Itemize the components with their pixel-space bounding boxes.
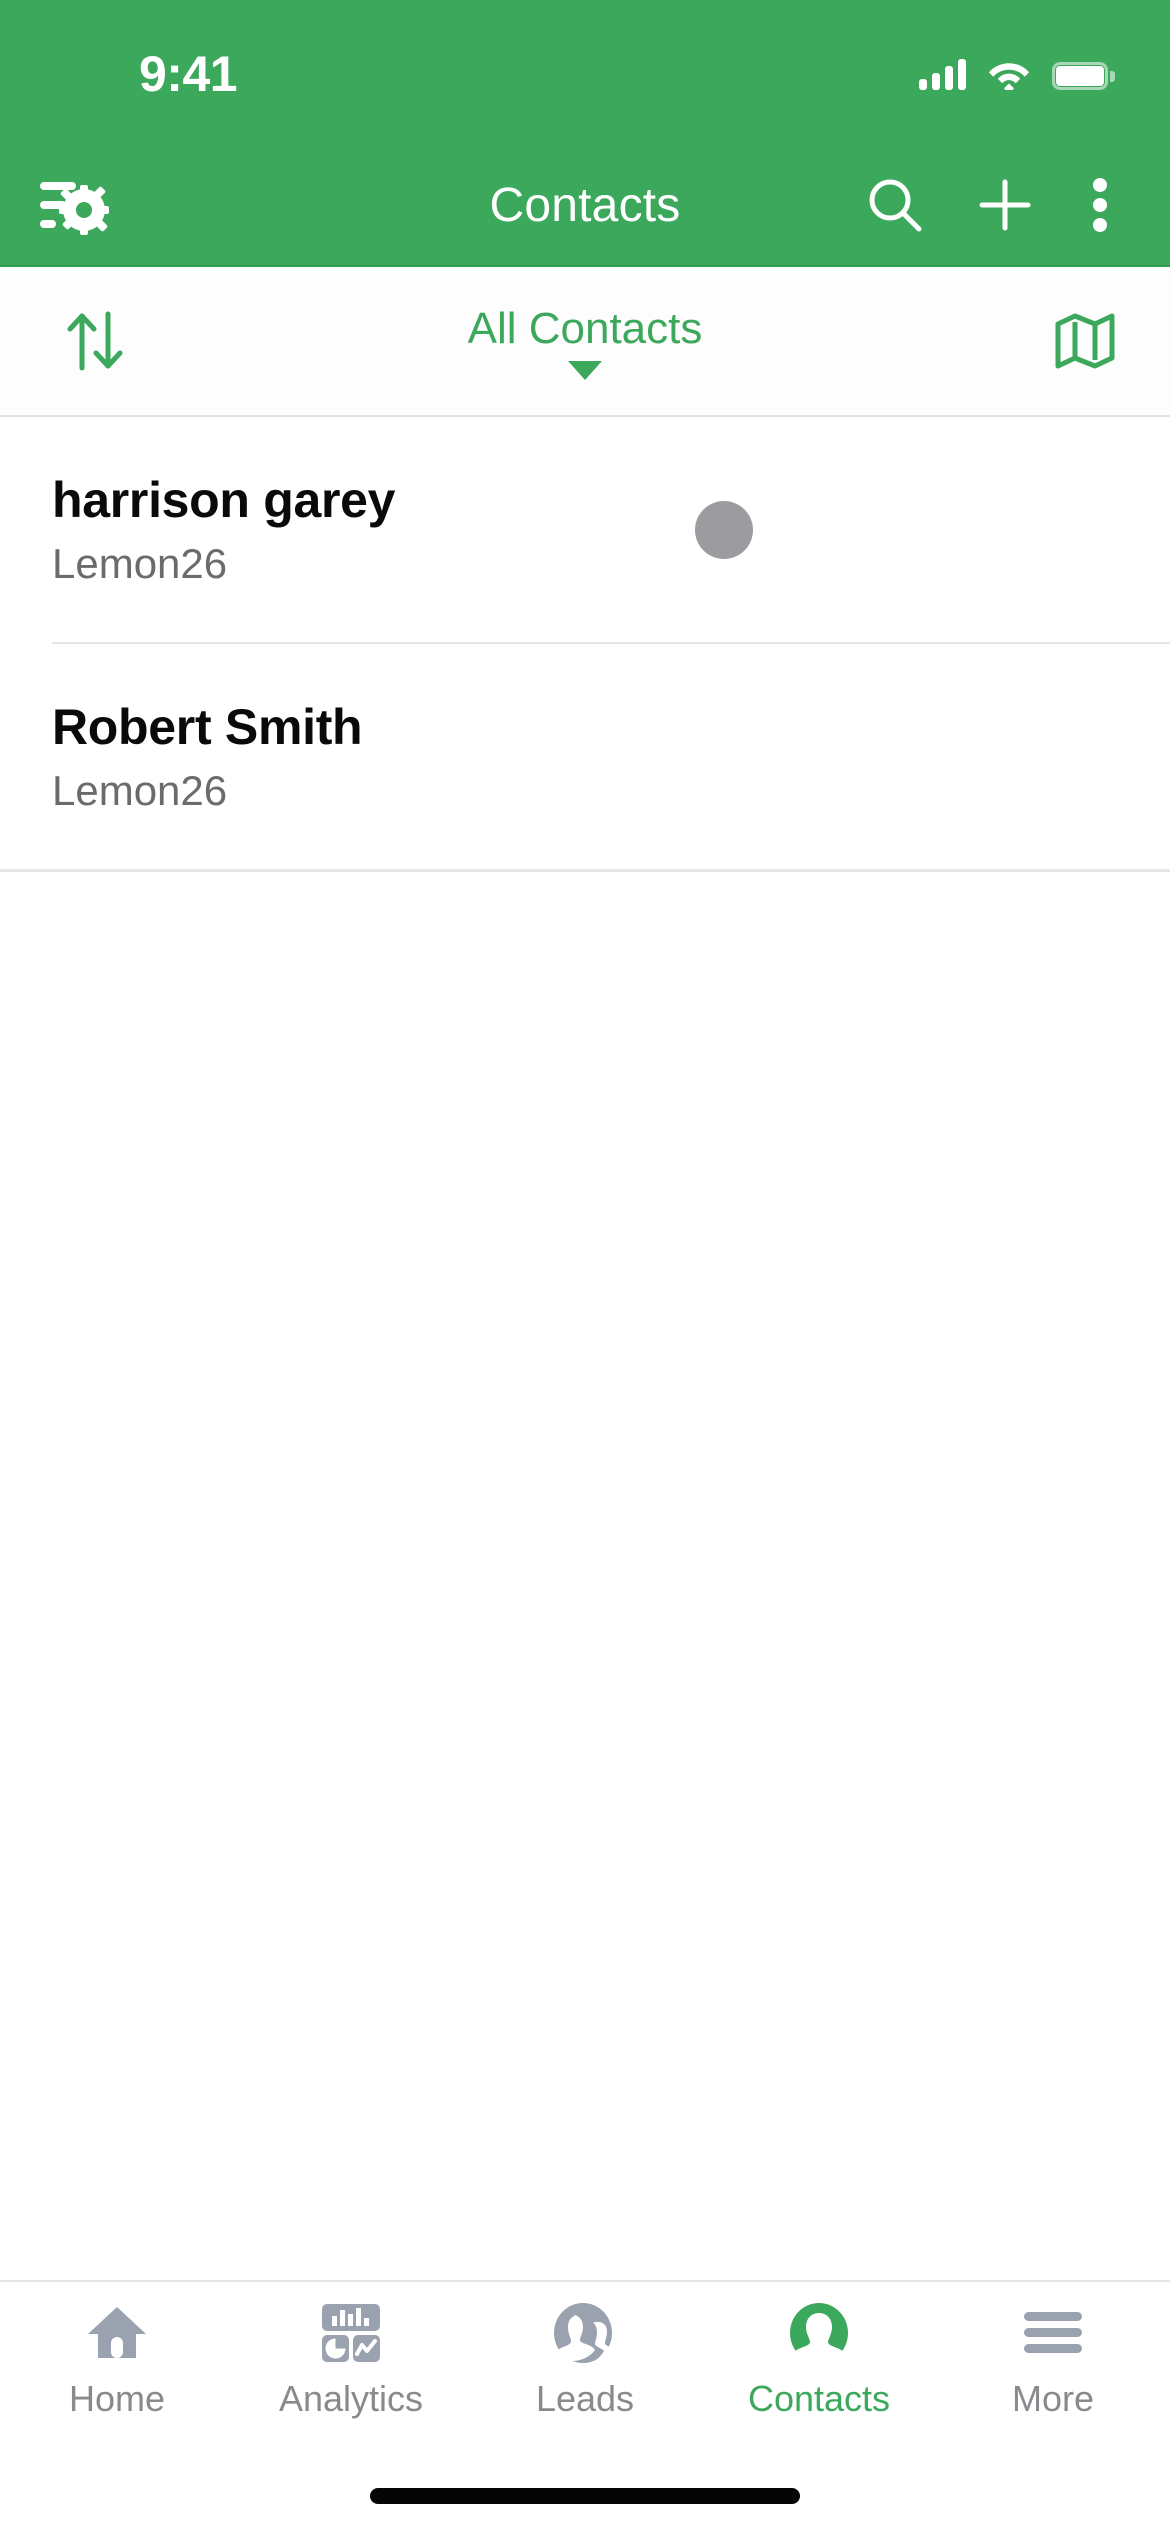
tab-leads[interactable]: Leads bbox=[468, 2300, 702, 2419]
contact-name: harrison garey bbox=[52, 471, 396, 528]
status-bar-time: 9:41 bbox=[139, 46, 238, 102]
tab-more[interactable]: More bbox=[936, 2300, 1170, 2419]
view-selector-label: All Contacts bbox=[467, 303, 703, 353]
map-icon bbox=[1055, 313, 1115, 369]
search-icon bbox=[869, 179, 922, 232]
home-indicator[interactable] bbox=[370, 2488, 800, 2504]
contact-subtitle: Lemon26 bbox=[52, 539, 228, 587]
bottom-tab-bar: Home Analytics Leads Contacts More bbox=[0, 2280, 1170, 2460]
filter-settings-icon bbox=[40, 182, 109, 235]
wifi-icon bbox=[988, 58, 1030, 94]
contact-name: Robert Smith bbox=[52, 698, 363, 755]
tab-label: Home bbox=[68, 2378, 166, 2419]
phone-screen: 9:41 Contacts All Contacts harrison gare… bbox=[0, 0, 1170, 2532]
nav-actions bbox=[840, 150, 1170, 260]
home-indicator-area bbox=[0, 2460, 1170, 2532]
filter-bar: All Contacts bbox=[0, 267, 1170, 417]
house-icon bbox=[86, 2300, 148, 2366]
dashboard-charts-icon bbox=[320, 2300, 382, 2366]
tab-label: More bbox=[1011, 2378, 1095, 2419]
tab-label: Analytics bbox=[278, 2378, 424, 2419]
two-people-icon bbox=[552, 2300, 618, 2366]
plus-icon bbox=[979, 179, 1031, 231]
search-button[interactable] bbox=[840, 150, 950, 260]
overflow-menu-button[interactable] bbox=[1060, 150, 1140, 260]
filter-settings-button[interactable] bbox=[0, 174, 150, 236]
contact-subtitle: Lemon26 bbox=[52, 766, 228, 814]
list-bottom-divider bbox=[0, 869, 1170, 872]
tab-home[interactable]: Home bbox=[0, 2300, 234, 2419]
cellular-bars-icon bbox=[919, 58, 966, 90]
tab-analytics[interactable]: Analytics bbox=[234, 2300, 468, 2419]
tab-label: Leads bbox=[535, 2378, 635, 2419]
avatar bbox=[695, 500, 753, 559]
contact-text-block: Robert Smith Lemon26 bbox=[52, 698, 363, 816]
hamburger-icon bbox=[1022, 2300, 1084, 2366]
navigation-bar: Contacts bbox=[0, 145, 1170, 267]
chevron-down-icon bbox=[568, 360, 602, 380]
contact-list-item[interactable]: harrison garey Lemon26 bbox=[0, 417, 1170, 642]
contact-list-item[interactable]: Robert Smith Lemon26 bbox=[0, 644, 1170, 869]
status-bar: 9:41 bbox=[0, 0, 1170, 145]
contact-text-block: harrison garey Lemon26 bbox=[52, 471, 395, 589]
view-selector[interactable]: All Contacts bbox=[0, 303, 1170, 380]
battery-icon bbox=[1052, 62, 1115, 90]
map-view-button[interactable] bbox=[1000, 310, 1170, 372]
add-contact-button[interactable] bbox=[950, 150, 1060, 260]
contact-list: harrison garey Lemon26 Robert Smith Lemo… bbox=[0, 417, 1170, 2280]
person-icon bbox=[788, 2300, 850, 2366]
tab-label: Contacts bbox=[747, 2378, 891, 2419]
more-vertical-icon bbox=[1093, 178, 1107, 232]
tab-contacts[interactable]: Contacts bbox=[702, 2300, 936, 2419]
status-bar-indicators bbox=[919, 58, 1115, 94]
